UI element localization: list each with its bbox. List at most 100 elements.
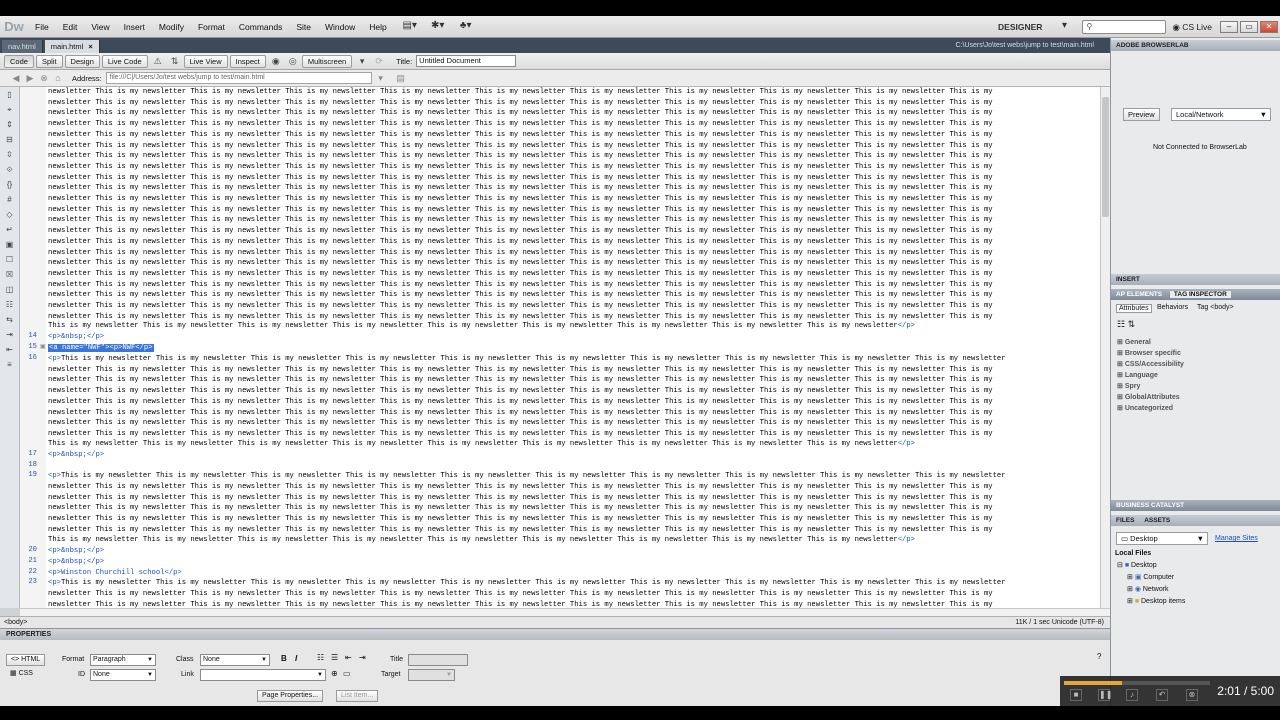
help-icon[interactable]: ? — [1097, 652, 1101, 661]
properties-header[interactable]: PROPERTIES — [0, 628, 1110, 640]
back-icon[interactable]: ◀ — [10, 73, 22, 84]
recent-snippets-icon[interactable]: ☷ — [2, 300, 17, 312]
collapse-tag-icon[interactable]: ⇕ — [2, 120, 17, 132]
move-css-icon[interactable]: ⇆ — [2, 315, 17, 327]
menu-commands[interactable]: Commands — [232, 22, 289, 32]
browse-options-icon[interactable]: ▤ — [395, 73, 407, 84]
html-mode-button[interactable]: <> HTML — [6, 654, 46, 666]
wrap-tag-icon[interactable]: ◫ — [2, 285, 17, 297]
menu-insert[interactable]: Insert — [117, 22, 152, 32]
close-icon[interactable]: ⊗ — [1186, 689, 1198, 701]
apply-comment-icon[interactable]: ☐ — [2, 255, 17, 267]
tab-main-html[interactable]: main.html × — [44, 40, 100, 53]
tab-tag-inspector[interactable]: TAG INSPECTOR — [1169, 291, 1231, 298]
menu-site[interactable]: Site — [289, 22, 318, 32]
category-css-accessibility[interactable]: ⊞ CSS/Accessibility — [1117, 360, 1184, 368]
ordered-list-icon[interactable]: ☰ — [331, 653, 338, 662]
rewind-icon[interactable]: ↶ — [1156, 689, 1168, 701]
tab-behaviors[interactable]: Behaviors — [1157, 304, 1188, 311]
browserlab-panel-header[interactable]: ADOBE BROWSERLAB — [1111, 40, 1280, 51]
cs-live-button[interactable]: ◉ CS Live — [1172, 22, 1212, 33]
gear-icon[interactable]: ✱▾ — [426, 20, 450, 34]
maximize-button[interactable]: ▭ — [1240, 21, 1258, 33]
indent-code-icon[interactable]: ⇥ — [2, 330, 17, 342]
tree-item-network[interactable]: ⊞ ◉ Network — [1127, 585, 1169, 593]
design-view-button[interactable]: Design — [64, 54, 100, 68]
expand-all-icon[interactable]: ⇳ — [2, 150, 17, 162]
code-vertical-scrollbar[interactable] — [1100, 87, 1110, 608]
menu-modify[interactable]: Modify — [152, 22, 191, 32]
site-select[interactable]: ▭ Desktop ▼ — [1116, 532, 1208, 545]
tab-assets[interactable]: ASSETS — [1144, 517, 1170, 524]
menu-window[interactable]: Window — [318, 22, 362, 32]
remove-comment-icon[interactable]: ☒ — [2, 270, 17, 282]
code-view-button[interactable]: Code — [4, 54, 34, 68]
search-input[interactable]: ⚲ — [1082, 20, 1167, 34]
indent-icon[interactable]: ⇥ — [359, 653, 366, 662]
tab-ap-elements[interactable]: AP ELEMENTS — [1116, 291, 1162, 298]
refresh-icon[interactable]: ⟳ — [371, 55, 387, 68]
forward-icon[interactable]: ▶ — [24, 73, 36, 84]
browse-folder-icon[interactable]: ▭ — [343, 669, 351, 678]
check-browser-icon[interactable]: ⚠ — [150, 55, 166, 68]
volume-icon[interactable]: ♪ — [1126, 689, 1138, 701]
outdent-code-icon[interactable]: ⇤ — [2, 345, 17, 357]
chevron-down-icon[interactable]: ▾ — [375, 73, 387, 84]
insert-panel-header[interactable]: INSERT — [1111, 274, 1280, 285]
tab-nav-html[interactable]: nav.html — [2, 40, 43, 53]
tag-selector[interactable]: <body> — [4, 617, 27, 628]
chevron-down-icon[interactable]: ▾ — [1052, 20, 1076, 34]
balance-braces-icon[interactable]: {} — [2, 180, 17, 192]
outdent-icon[interactable]: ⇤ — [345, 653, 352, 662]
menu-edit[interactable]: Edit — [56, 22, 85, 32]
title-field[interactable]: Untitled Document — [416, 55, 517, 67]
unordered-list-icon[interactable]: ☷ — [317, 653, 324, 662]
category-language[interactable]: ⊞ Language — [1117, 371, 1158, 379]
local-network-select[interactable]: Local/Network ▼ — [1171, 108, 1271, 121]
tree-item-desktop[interactable]: ⊟ ■ Desktop — [1117, 561, 1157, 569]
live-view-button[interactable]: Live View — [183, 54, 228, 68]
menu-format[interactable]: Format — [191, 22, 232, 32]
live-code-button[interactable]: Live Code — [101, 54, 148, 68]
workspace-switcher[interactable]: DESIGNER — [998, 22, 1042, 32]
layout-icon[interactable]: ▤▾ — [398, 20, 422, 34]
category-general[interactable]: ⊞ General — [1117, 338, 1151, 346]
page-properties-button[interactable]: Page Properties... — [257, 690, 324, 702]
word-wrap-icon[interactable]: ↵ — [2, 225, 17, 237]
format-select[interactable]: Paragraph ▼ — [90, 654, 156, 666]
open-documents-icon[interactable]: ▯ — [2, 90, 17, 102]
line-numbers-icon[interactable]: # — [2, 195, 17, 207]
format-source-icon[interactable]: ≡ — [2, 360, 17, 372]
close-button[interactable]: ✕ — [1260, 21, 1278, 33]
category-view-icon[interactable]: ☷ ⇅ — [1117, 319, 1135, 330]
site-icon[interactable]: ♣▾ — [454, 20, 478, 34]
category-browser-specific[interactable]: ⊞ Browser specific — [1117, 349, 1181, 357]
home-icon[interactable]: ⌂ — [52, 73, 64, 83]
category-spry[interactable]: ⊞ Spry — [1117, 382, 1140, 390]
class-select[interactable]: None ▼ — [200, 654, 270, 666]
menu-view[interactable]: View — [84, 22, 116, 32]
business-catalyst-header[interactable]: BUSINESS CATALYST — [1111, 500, 1280, 511]
tree-item-desktop-items[interactable]: ⊞ ■ Desktop items — [1127, 597, 1185, 605]
inspect-button[interactable]: Inspect — [229, 54, 266, 68]
preview-browser-icon[interactable]: ◉ — [268, 55, 284, 68]
highlight-invalid-icon[interactable]: ◇ — [2, 210, 17, 222]
tree-item-computer[interactable]: ⊞ ▣ Computer — [1127, 573, 1174, 581]
stop-icon[interactable]: ⊗ — [38, 73, 50, 84]
video-progress-bar[interactable] — [1064, 681, 1210, 685]
syntax-coloring-icon[interactable]: ▣ — [2, 240, 17, 252]
code-editor[interactable]: This is my newsletter This is my newslet… — [46, 87, 1100, 608]
select-parent-tag-icon[interactable]: ⟐ — [2, 165, 17, 177]
visual-aids-icon[interactable]: ◎ — [285, 55, 301, 68]
tab-attributes[interactable]: Attributes — [1116, 304, 1152, 313]
scroll-thumb[interactable] — [1102, 97, 1109, 217]
pause-icon[interactable]: ❚❚ — [1098, 689, 1112, 701]
collapse-selection-icon[interactable]: ⊟ — [2, 135, 17, 147]
id-select[interactable]: None ▼ — [90, 669, 156, 681]
title-prop-input[interactable] — [408, 654, 468, 666]
split-view-button[interactable]: Split — [35, 54, 63, 68]
point-to-file-icon[interactable]: ⊕ — [331, 669, 338, 678]
close-icon[interactable]: × — [88, 42, 92, 51]
bold-button[interactable]: B — [281, 654, 287, 663]
multiscreen-button[interactable]: Multiscreen — [301, 54, 353, 68]
